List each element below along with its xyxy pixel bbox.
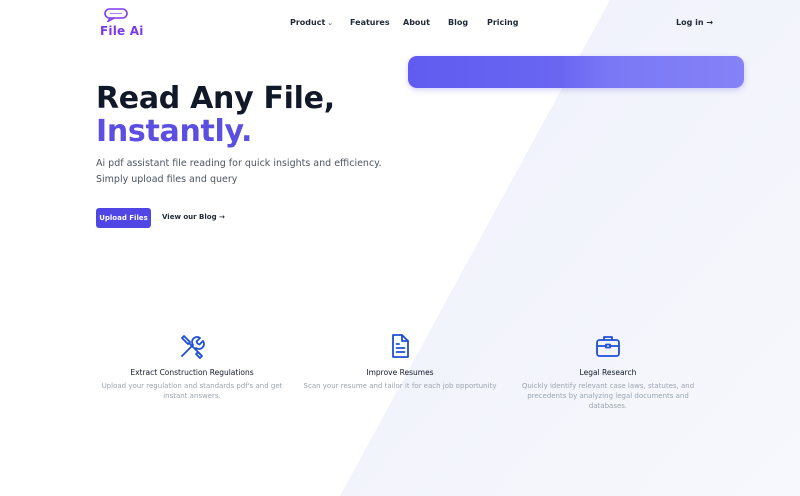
nav-item-product[interactable]: Product ⌄ bbox=[290, 18, 333, 27]
feature-card-construction: Extract Construction Regulations Upload … bbox=[92, 332, 292, 401]
view-blog-link[interactable]: View our Blog → bbox=[162, 213, 225, 221]
feature-title: Extract Construction Regulations bbox=[130, 368, 254, 377]
feature-description: Upload your regulation and standards pdf… bbox=[101, 382, 283, 400]
upload-files-button[interactable]: Upload Files bbox=[96, 208, 151, 228]
tools-icon bbox=[181, 335, 205, 359]
nav-item-label: Product bbox=[290, 18, 326, 27]
feature-title: Improve Resumes bbox=[366, 368, 434, 377]
hero-subtitle-line2: Simply upload files and query bbox=[96, 174, 238, 185]
feature-description: Scan your resume and tailor it for each … bbox=[303, 382, 497, 390]
feature-description: Quickly identify relevant case laws, sta… bbox=[521, 382, 695, 410]
nav-item-features[interactable]: Features bbox=[350, 18, 390, 27]
hero-title-line1: Read Any File, bbox=[96, 81, 335, 116]
logo-text: File Ai bbox=[100, 24, 144, 38]
nav-item-about[interactable]: About bbox=[403, 18, 430, 27]
hero-title-line2: Instantly. bbox=[96, 114, 253, 149]
hero-banner bbox=[408, 56, 744, 88]
hero-subtitle-line1: Ai pdf assistant file reading for quick … bbox=[96, 158, 382, 169]
login-link[interactable]: Log in → bbox=[676, 18, 713, 27]
document-icon bbox=[392, 334, 409, 358]
logo[interactable]: File Ai bbox=[100, 8, 143, 38]
briefcase-icon bbox=[596, 336, 620, 357]
chat-bubble-icon bbox=[104, 8, 128, 22]
nav-item-pricing[interactable]: Pricing bbox=[487, 18, 518, 27]
hero-title: Read Any File, Instantly. bbox=[96, 82, 335, 148]
nav-item-blog[interactable]: Blog bbox=[448, 18, 468, 27]
feature-title: Legal Research bbox=[579, 368, 637, 377]
chevron-down-icon: ⌄ bbox=[327, 19, 334, 27]
feature-card-resumes: Improve Resumes Scan your resume and tai… bbox=[300, 332, 500, 391]
feature-card-legal: Legal Research Quickly identify relevant… bbox=[508, 332, 708, 411]
hero-subtitle: Ai pdf assistant file reading for quick … bbox=[96, 156, 396, 188]
